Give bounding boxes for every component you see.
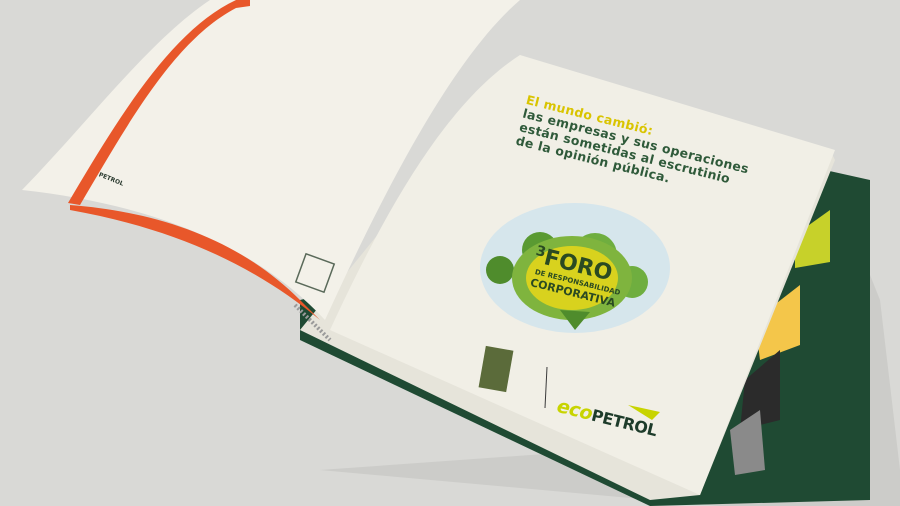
book-illustration xyxy=(22,0,900,506)
book-photo-scene: El mundo cambió: las empresas y sus oper… xyxy=(0,0,900,506)
